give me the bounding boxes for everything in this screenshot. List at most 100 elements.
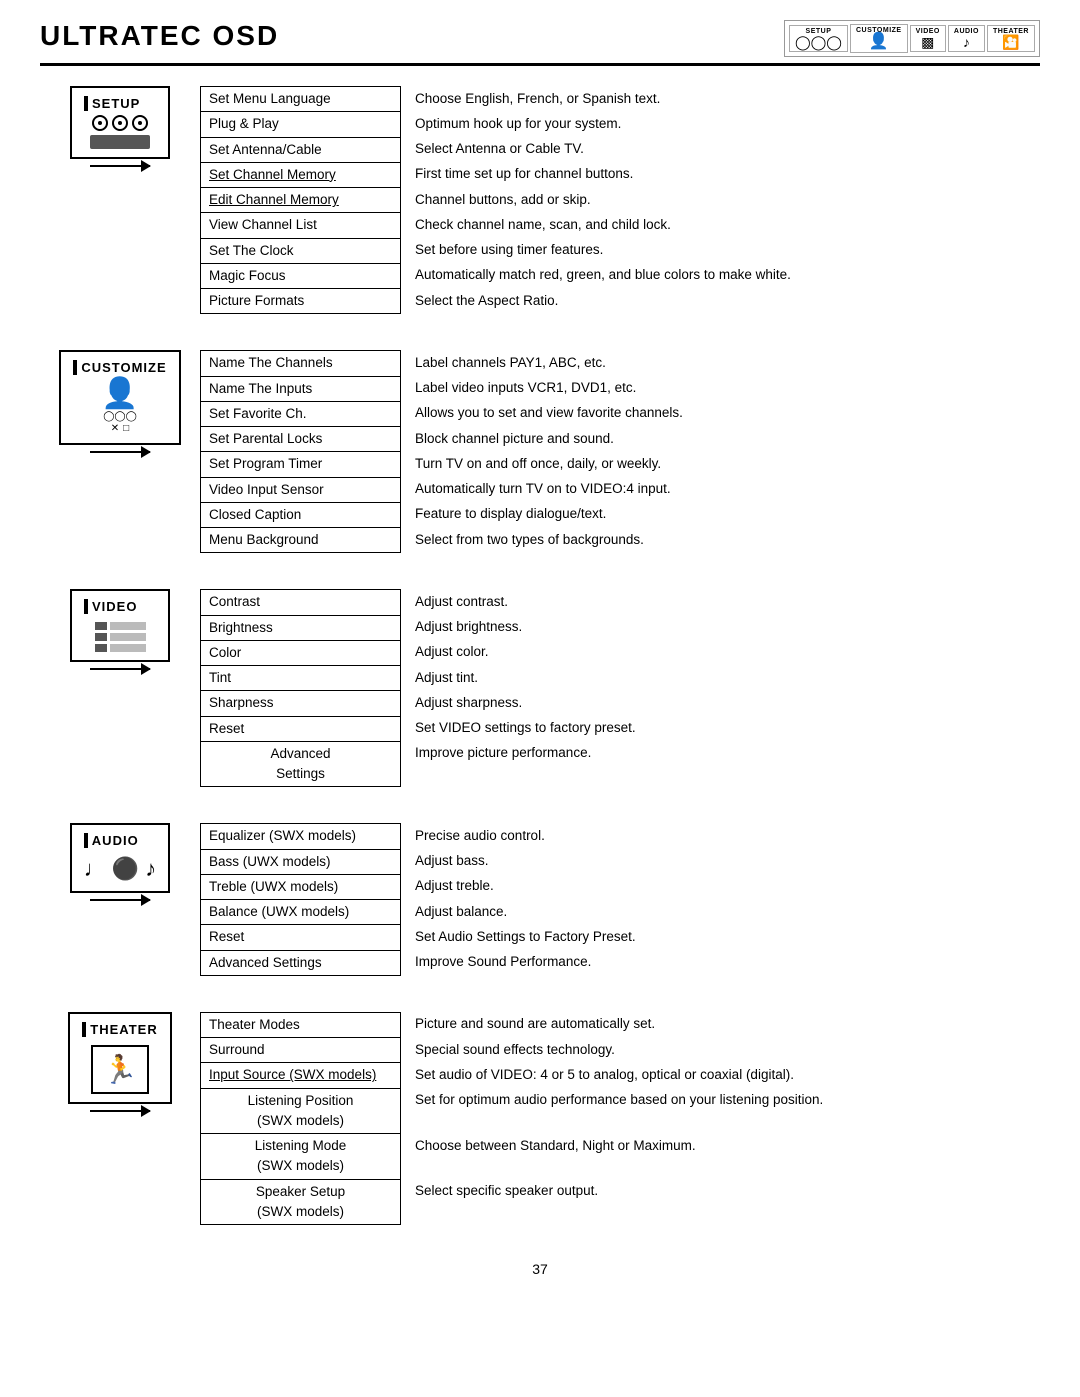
video-bar3: [95, 644, 107, 652]
audio-note2-icon: ♪: [145, 856, 156, 882]
setup-icon-content: [90, 115, 150, 149]
video-item-6: Reset: [201, 716, 401, 741]
table-row: Edit Channel Memory Channel buttons, add…: [201, 188, 1040, 213]
video-desc-6: Set VIDEO settings to factory preset.: [401, 716, 1040, 741]
table-row: Bass (UWX models) Adjust bass.: [201, 849, 1040, 874]
audio-desc-6: Improve Sound Performance.: [401, 950, 1040, 975]
setup-item-4: Set Channel Memory: [201, 162, 401, 187]
audio-section-left: AUDIO ♩ ⚫ ♪: [40, 823, 200, 900]
customize-desc-2: Label video inputs VCR1, DVD1, etc.: [401, 376, 1040, 401]
audio-desc-1: Precise audio control.: [401, 824, 1040, 849]
theater-section-left: THEATER 🏃: [40, 1012, 200, 1113]
setup-desc-1: Choose English, French, or Spanish text.: [401, 87, 1040, 112]
header-customize-icon: CUSTOMIZE 👤: [850, 24, 908, 53]
table-row: Speaker Setup(SWX models) Select specifi…: [201, 1179, 1040, 1225]
theater-arrow: [90, 1104, 150, 1112]
setup-section: SETUP Set Menu Language Choose English, …: [40, 86, 1040, 314]
customize-table: Name The Channels Label channels PAY1, A…: [200, 350, 1040, 553]
page-title: ULTRATEC OSD: [40, 20, 279, 52]
theater-item-4: Listening Position(SWX models): [201, 1088, 401, 1134]
audio-desc-3: Adjust treble.: [401, 874, 1040, 899]
theater-desc-2: Special sound effects technology.: [401, 1038, 1040, 1063]
video-bar1: [95, 622, 107, 630]
theater-item-6: Speaker Setup(SWX models): [201, 1179, 401, 1225]
setup-knob2: [112, 115, 128, 131]
setup-desc-5: Channel buttons, add or skip.: [401, 188, 1040, 213]
header-video-icon: VIDEO ▩: [910, 25, 946, 52]
customize-item-3: Set Favorite Ch.: [201, 401, 401, 426]
table-row: AdvancedSettings Improve picture perform…: [201, 741, 1040, 787]
theater-item-3: Input Source (SWX models): [201, 1063, 401, 1088]
setup-desc-7: Set before using timer features.: [401, 238, 1040, 263]
table-row: Theater Modes Picture and sound are auto…: [201, 1012, 1040, 1037]
table-row: Name The Inputs Label video inputs VCR1,…: [201, 376, 1040, 401]
theater-item-1: Theater Modes: [201, 1012, 401, 1037]
setup-item-8: Magic Focus: [201, 263, 401, 288]
customize-item-1: Name The Channels: [201, 351, 401, 376]
table-row: View Channel List Check channel name, sc…: [201, 213, 1040, 238]
video-item-7: AdvancedSettings: [201, 741, 401, 787]
customize-desc-1: Label channels PAY1, ABC, etc.: [401, 351, 1040, 376]
theater-item-2: Surround: [201, 1038, 401, 1063]
setup-item-7: Set The Clock: [201, 238, 401, 263]
customize-desc-8: Select from two types of backgrounds.: [401, 528, 1040, 553]
customize-desc-4: Block channel picture and sound.: [401, 427, 1040, 452]
customize-icon-box: CUSTOMIZE 👤 ◯◯◯ ✕ □: [59, 350, 180, 445]
setup-item-9: Picture Formats: [201, 289, 401, 314]
customize-desc-7: Feature to display dialogue/text.: [401, 502, 1040, 527]
theater-icon-box: THEATER 🏃: [68, 1012, 171, 1105]
table-row: Name The Channels Label channels PAY1, A…: [201, 351, 1040, 376]
customize-item-2: Name The Inputs: [201, 376, 401, 401]
table-row: Treble (UWX models) Adjust treble.: [201, 874, 1040, 899]
theater-desc-4: Set for optimum audio performance based …: [401, 1088, 1040, 1134]
table-row: Set The Clock Set before using timer fea…: [201, 238, 1040, 263]
video-item-4: Tint: [201, 666, 401, 691]
table-row: Listening Mode(SWX models) Choose betwee…: [201, 1134, 1040, 1180]
video-label: VIDEO: [84, 599, 137, 614]
video-bar1r: [110, 622, 146, 630]
customize-item-4: Set Parental Locks: [201, 427, 401, 452]
customize-label: CUSTOMIZE: [73, 360, 166, 375]
audio-table: Equalizer (SWX models) Precise audio con…: [200, 823, 1040, 976]
customize-sub-icon2: ✕: [111, 423, 119, 435]
video-item-1: Contrast: [201, 590, 401, 615]
video-table: Contrast Adjust contrast. Brightness Adj…: [200, 589, 1040, 787]
theater-desc-5: Choose between Standard, Night or Maximu…: [401, 1134, 1040, 1180]
table-row: Set Menu Language Choose English, French…: [201, 87, 1040, 112]
person-icon: 👤: [101, 379, 138, 409]
table-row: Listening Position(SWX models) Set for o…: [201, 1088, 1040, 1134]
customize-arrow: [90, 445, 150, 453]
table-row: Set Parental Locks Block channel picture…: [201, 427, 1040, 452]
header-icon-bar: SETUP ◯◯◯ CUSTOMIZE 👤 VIDEO ▩ AUDIO ♪ TH…: [784, 20, 1040, 57]
theater-desc-1: Picture and sound are automatically set.: [401, 1012, 1040, 1037]
setup-bar: [90, 135, 150, 149]
theater-table: Theater Modes Picture and sound are auto…: [200, 1012, 1040, 1225]
setup-item-1: Set Menu Language: [201, 87, 401, 112]
customize-icon-content: 👤 ◯◯◯ ✕ □: [101, 379, 138, 435]
table-row: Menu Background Select from two types of…: [201, 528, 1040, 553]
header-audio-icon: AUDIO ♪: [948, 25, 985, 52]
audio-item-5: Reset: [201, 925, 401, 950]
setup-label: SETUP: [84, 96, 140, 111]
customize-sub-icon3: □: [123, 423, 129, 435]
audio-note-icon: ♩: [84, 856, 106, 882]
table-row: Input Source (SWX models) Set audio of V…: [201, 1063, 1040, 1088]
customize-desc-6: Automatically turn TV on to VIDEO:4 inpu…: [401, 477, 1040, 502]
setup-knob3: [132, 115, 148, 131]
table-row: Color Adjust color.: [201, 640, 1040, 665]
audio-item-6: Advanced Settings: [201, 950, 401, 975]
customize-desc-5: Turn TV on and off once, daily, or weekl…: [401, 452, 1040, 477]
video-desc-5: Adjust sharpness.: [401, 691, 1040, 716]
header-theater-icon: THEATER 🎦: [987, 25, 1035, 52]
table-row: Reset Set Audio Settings to Factory Pres…: [201, 925, 1040, 950]
audio-circle-icon: ⚫: [112, 856, 139, 882]
table-row: Set Program Timer Turn TV on and off onc…: [201, 452, 1040, 477]
page-number: 37: [40, 1261, 1040, 1277]
setup-icon-box: SETUP: [70, 86, 170, 159]
audio-arrow: [90, 893, 150, 901]
table-row: Balance (UWX models) Adjust balance.: [201, 900, 1040, 925]
setup-item-5: Edit Channel Memory: [201, 188, 401, 213]
setup-desc-4: First time set up for channel buttons.: [401, 162, 1040, 187]
theater-label: THEATER: [82, 1022, 157, 1037]
table-row: Plug & Play Optimum hook up for your sys…: [201, 112, 1040, 137]
